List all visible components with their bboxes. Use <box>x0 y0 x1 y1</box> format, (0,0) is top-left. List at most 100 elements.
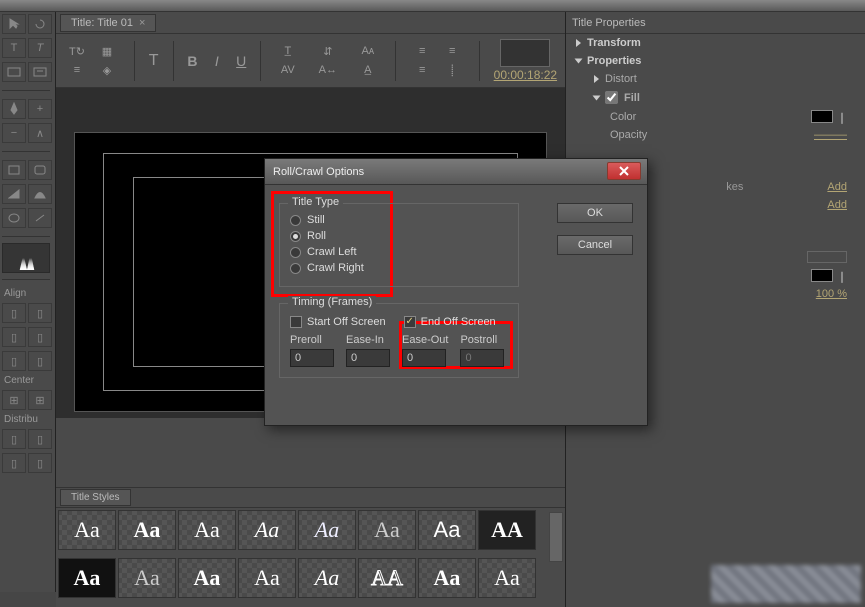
timecode-display[interactable]: 00:00:18:22 <box>494 68 557 82</box>
eyedropper-icon[interactable] <box>835 109 849 123</box>
distort-row[interactable]: Distort <box>566 70 865 88</box>
style-swatch[interactable]: Aa <box>118 558 176 598</box>
eyedropper-icon[interactable] <box>835 268 849 282</box>
layers-icon[interactable]: ◈ <box>94 61 120 79</box>
style-swatch[interactable]: Aa <box>238 510 296 550</box>
align-right-text[interactable]: ≡ <box>409 61 435 79</box>
style-swatch[interactable]: Aa <box>418 558 476 598</box>
distribute-3[interactable]: ▯ <box>2 453 26 473</box>
bg-color-swatch[interactable] <box>811 269 833 282</box>
arc-tool[interactable] <box>28 184 52 204</box>
distribute-h[interactable]: ▯ <box>2 429 26 449</box>
bg-opacity-value[interactable]: 100 % <box>816 288 847 300</box>
line-tool[interactable] <box>28 208 52 228</box>
align-vcenter[interactable]: ▯ <box>2 351 26 371</box>
anchor-tool[interactable]: + <box>28 99 52 119</box>
center-h[interactable]: ⊞ <box>2 390 26 410</box>
selection-tool[interactable] <box>2 14 26 34</box>
document-tab[interactable]: Title: Title 01× <box>60 14 156 32</box>
area-type-tool[interactable] <box>2 62 26 82</box>
style-swatch[interactable]: Aa <box>418 510 476 550</box>
convert-tool[interactable]: ∧ <box>28 123 52 143</box>
align-left[interactable]: ▯ <box>2 303 26 323</box>
easeout-input[interactable] <box>402 349 446 367</box>
histogram-preview <box>2 243 50 273</box>
roll-crawl-icon[interactable]: ≡ <box>64 61 90 79</box>
cancel-button[interactable]: Cancel <box>557 235 633 255</box>
align-hcenter[interactable]: ▯ <box>28 303 52 323</box>
style-swatch[interactable]: Aa <box>298 558 356 598</box>
rect-tool[interactable] <box>2 160 26 180</box>
template-icon[interactable]: ▦ <box>94 42 120 60</box>
distribute-v[interactable]: ▯ <box>28 429 52 449</box>
smallcaps-icon[interactable]: Aᴀ <box>355 42 381 60</box>
style-swatch[interactable]: Aa <box>238 558 296 598</box>
style-swatch[interactable]: Aa <box>58 510 116 550</box>
rotate-tool[interactable] <box>28 14 52 34</box>
opacity-value[interactable]: ——— <box>814 129 847 141</box>
radio-roll[interactable]: Roll <box>290 228 390 244</box>
style-swatch[interactable]: Aa <box>118 510 176 550</box>
type-tool[interactable]: T <box>2 38 26 58</box>
leading-icon[interactable]: ⇵ <box>315 42 341 60</box>
align-top[interactable]: ▯ <box>28 327 52 347</box>
preroll-input[interactable] <box>290 349 334 367</box>
properties-section[interactable]: Properties <box>566 52 865 70</box>
delete-anchor-tool[interactable]: − <box>2 123 26 143</box>
tab-stops-icon[interactable]: ⸽ <box>439 61 465 79</box>
style-swatch[interactable]: AA <box>478 510 536 550</box>
path-type-tool[interactable] <box>28 62 52 82</box>
styles-panel-tab[interactable]: Title Styles <box>60 489 131 506</box>
wedge-tool[interactable] <box>2 184 26 204</box>
style-swatch[interactable]: Aa <box>358 510 416 550</box>
transform-section[interactable]: Transform <box>566 34 865 52</box>
pen-tool[interactable] <box>2 99 26 119</box>
center-v[interactable]: ⊞ <box>28 390 52 410</box>
ok-button[interactable]: OK <box>557 203 633 223</box>
baseline-icon[interactable]: A̲ <box>355 61 381 79</box>
style-swatch[interactable]: Aa <box>58 558 116 598</box>
checkbox-icon <box>404 316 416 328</box>
new-title-icon[interactable]: T↻ <box>64 42 90 60</box>
ellipse-tool[interactable] <box>2 208 26 228</box>
bold-button[interactable]: B <box>187 52 197 70</box>
add-inner-stroke[interactable]: Add <box>827 181 847 193</box>
dialog-titlebar[interactable]: Roll/Crawl Options <box>265 159 647 185</box>
fill-checkbox[interactable] <box>605 91 618 104</box>
style-swatch[interactable]: Aa <box>298 510 356 550</box>
style-swatch[interactable]: Aa <box>478 558 536 598</box>
radio-crawl-left[interactable]: Crawl Left <box>290 244 390 260</box>
easein-input[interactable] <box>346 349 390 367</box>
color-swatch[interactable] <box>811 110 833 123</box>
kerning-icon[interactable]: AV <box>275 61 301 79</box>
fontsize-icon[interactable]: T̲ <box>275 42 301 60</box>
style-swatch[interactable]: AA <box>358 558 416 598</box>
blurred-region <box>711 565 861 603</box>
align-right[interactable]: ▯ <box>2 327 26 347</box>
align-left-text[interactable]: ≡ <box>409 42 435 60</box>
chevron-right-icon <box>576 39 581 47</box>
radio-crawl-right[interactable]: Crawl Right <box>290 260 390 276</box>
rrect-tool[interactable] <box>28 160 52 180</box>
dialog-close-button[interactable] <box>607 162 641 180</box>
italic-button[interactable]: I <box>212 52 222 70</box>
fill-section[interactable]: Fill <box>566 88 865 107</box>
style-swatch[interactable]: Aa <box>178 510 236 550</box>
style-swatch[interactable]: Aa <box>178 558 236 598</box>
close-tab-icon[interactable]: × <box>139 17 145 29</box>
radio-still[interactable]: Still <box>290 212 390 228</box>
preroll-label: Preroll <box>290 334 322 346</box>
add-outer-stroke[interactable]: Add <box>827 199 847 211</box>
tracking-icon[interactable]: A↔ <box>315 61 341 79</box>
start-off-screen-checkbox[interactable]: Start Off Screen <box>290 316 386 328</box>
styles-scrollbar[interactable] <box>549 512 563 562</box>
distribute-4[interactable]: ▯ <box>28 453 52 473</box>
font-family-icon[interactable]: T <box>148 52 158 70</box>
video-thumbnail[interactable] <box>500 39 550 67</box>
postroll-input <box>460 349 504 367</box>
underline-button[interactable]: U <box>236 52 246 70</box>
end-off-screen-checkbox[interactable]: End Off Screen <box>404 316 496 328</box>
align-center-text[interactable]: ≡ <box>439 42 465 60</box>
vtype-tool[interactable]: T <box>28 38 52 58</box>
align-bottom[interactable]: ▯ <box>28 351 52 371</box>
